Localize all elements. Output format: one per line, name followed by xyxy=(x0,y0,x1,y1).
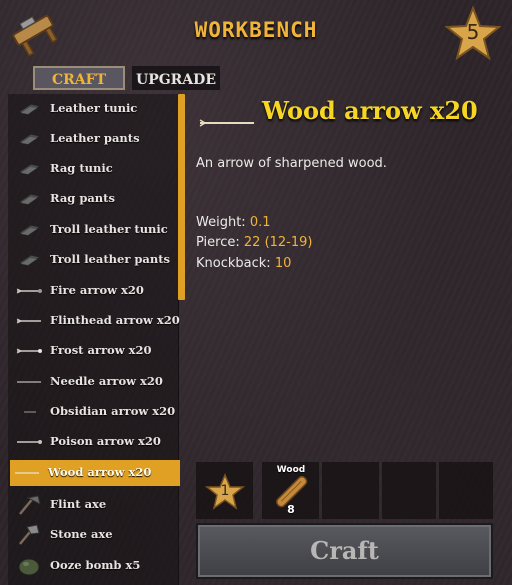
recipe-item-poison-arrow[interactable]: Poison arrow x20 xyxy=(12,429,174,455)
recipe-label: Flint axe xyxy=(50,497,107,511)
recipe-label: Leather tunic xyxy=(50,101,138,115)
arrow-icon xyxy=(15,472,39,474)
recipe-item-wood-arrow[interactable]: Wood arrow x20 xyxy=(10,460,180,486)
stat-label: Weight: xyxy=(196,215,250,230)
recipe-label: Needle arrow x20 xyxy=(50,374,163,388)
axe-icon xyxy=(19,495,41,515)
recipe-item-stone-axe[interactable]: Stone axe xyxy=(12,522,174,548)
tab-craft[interactable]: CRAFT xyxy=(33,66,125,90)
stat-pierce: Pierce: 22 (12-19) xyxy=(196,235,312,250)
recipe-item-obsidian-arrow[interactable]: Obsidian arrow x20 xyxy=(12,399,176,425)
resource-slot-empty xyxy=(322,462,379,519)
arrow-icon xyxy=(16,318,41,324)
workbench-window: WORKBENCH 5 CRAFT UPGRADE Leather tunic … xyxy=(0,0,512,585)
recipe-label: Troll leather pants xyxy=(50,252,171,266)
recipe-item-flint-axe[interactable]: Flint axe xyxy=(12,492,174,518)
recipe-label: Leather pants xyxy=(50,131,140,145)
stat-knockback: Knockback: 10 xyxy=(196,256,291,271)
item-title: Wood arrow x20 xyxy=(262,96,478,125)
resource-count: 8 xyxy=(287,503,295,516)
stat-label: Knockback: xyxy=(196,256,275,271)
recipe-label: Troll leather tunic xyxy=(50,222,168,236)
stat-value: 10 xyxy=(274,256,292,271)
stat-weight: Weight: 0.1 xyxy=(196,215,271,230)
required-station-level: 1 xyxy=(196,462,253,519)
resource-slot-wood: Wood 8 xyxy=(262,462,319,519)
armor-icon xyxy=(17,193,42,206)
recipe-item-ooze-bomb[interactable]: Ooze bomb x5 xyxy=(12,553,174,579)
recipe-label: Obsidian arrow x20 xyxy=(50,404,176,418)
arrow-icon xyxy=(17,381,41,383)
stat-label: Pierce: xyxy=(196,235,244,250)
resource-name: Wood xyxy=(276,465,306,475)
recipe-item-leather-pants[interactable]: Leather pants xyxy=(12,126,174,152)
axe-icon xyxy=(19,524,40,545)
recipe-label: Ooze bomb x5 xyxy=(50,558,141,572)
recipe-label: Rag tunic xyxy=(50,161,113,175)
resource-slot-empty xyxy=(382,462,436,519)
recipe-label: Rag pants xyxy=(50,191,115,205)
recipe-list-scrollbar[interactable] xyxy=(178,94,185,300)
window-title: WORKBENCH xyxy=(194,18,318,42)
armor-icon xyxy=(17,133,42,146)
recipe-label: Fire arrow x20 xyxy=(50,283,144,297)
recipe-item-flinthead-arrow[interactable]: Flinthead arrow x20 xyxy=(12,308,180,334)
arrow-icon xyxy=(16,348,42,354)
star-icon: 1 xyxy=(204,473,246,511)
recipe-item-fire-arrow[interactable]: Fire arrow x20 xyxy=(12,278,174,304)
arrow-icon xyxy=(199,119,254,127)
arrow-icon xyxy=(17,440,42,444)
armor-icon xyxy=(17,103,42,116)
recipe-item-troll-leather-tunic[interactable]: Troll leather tunic xyxy=(12,217,174,243)
recipe-item-frost-arrow[interactable]: Frost arrow x20 xyxy=(12,338,174,364)
tab-upgrade[interactable]: UPGRADE xyxy=(132,66,220,90)
recipe-item-needle-arrow[interactable]: Needle arrow x20 xyxy=(12,369,174,395)
armor-icon xyxy=(17,254,42,267)
craft-button[interactable]: Craft xyxy=(196,523,493,579)
arrow-icon xyxy=(24,411,36,413)
recipe-label: Wood arrow x20 xyxy=(48,465,152,479)
bomb-icon xyxy=(18,558,40,576)
recipe-item-rag-pants[interactable]: Rag pants xyxy=(12,186,174,212)
armor-icon xyxy=(17,163,42,176)
recipe-item-rag-tunic[interactable]: Rag tunic xyxy=(12,156,174,182)
armor-icon xyxy=(17,224,42,237)
recipe-item-troll-leather-pants[interactable]: Troll leather pants xyxy=(12,247,174,273)
resource-slot-empty xyxy=(439,462,493,519)
recipe-label: Frost arrow x20 xyxy=(50,343,152,357)
recipe-label: Poison arrow x20 xyxy=(50,434,161,448)
recipe-label: Stone axe xyxy=(50,527,113,541)
recipe-list: Leather tunic Leather pants Rag tunic Ra… xyxy=(8,94,180,585)
stat-value: 22 (12-19) xyxy=(243,235,313,250)
recipe-label: Flinthead arrow x20 xyxy=(50,313,180,327)
required-level-value: 1 xyxy=(220,483,230,499)
station-level-badge: 5 xyxy=(443,5,503,63)
recipe-item-leather-tunic[interactable]: Leather tunic xyxy=(12,96,174,122)
arrow-icon xyxy=(16,288,42,294)
item-description: An arrow of sharpened wood. xyxy=(196,156,387,171)
station-level-value: 5 xyxy=(466,20,480,44)
stat-value: 0.1 xyxy=(249,215,271,230)
